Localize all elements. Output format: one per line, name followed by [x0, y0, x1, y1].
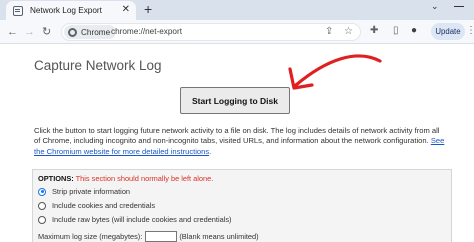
radio-label: Strip private information — [52, 187, 131, 196]
address-bar[interactable]: Chrome chrome://net-export ⇪ ☆ — [61, 23, 361, 41]
kebab-icon[interactable]: ⋮ — [466, 25, 474, 37]
update-button[interactable]: Update — [431, 23, 465, 40]
puzzle-icon[interactable]: ✚ — [370, 25, 378, 37]
star-icon[interactable]: ☆ — [344, 26, 353, 38]
plus-icon[interactable]: + — [144, 2, 152, 16]
red-arrow-annotation — [288, 54, 382, 90]
max-size-input[interactable] — [145, 231, 178, 242]
max-size-label: Maximum log size (megabytes): — [38, 232, 143, 241]
options-header: OPTIONS: This section should normally be… — [38, 174, 213, 183]
description-text: Click the button to start logging future… — [34, 126, 440, 146]
options-warning: This section should normally be left alo… — [75, 174, 214, 183]
url-text[interactable]: chrome://net-export — [111, 27, 182, 36]
radio-include-raw-bytes[interactable]: Include raw bytes (will include cookies … — [38, 215, 232, 224]
page-content: Capture Network Log Start Logging to Dis… — [0, 45, 474, 242]
description: Click the button to start logging future… — [34, 126, 446, 157]
radio-include-cookies[interactable]: Include cookies and credentials — [38, 201, 155, 210]
options-colon: : — [71, 174, 74, 183]
minimize-icon[interactable] — [454, 6, 464, 8]
tab-title: Network Log Export — [30, 6, 102, 15]
radio-button[interactable] — [38, 187, 46, 196]
chrome-icon — [68, 27, 77, 37]
radio-label: Include cookies and credentials — [52, 201, 156, 210]
profile-icon[interactable]: ● — [411, 25, 417, 37]
share-icon[interactable]: ⇪ — [325, 26, 333, 38]
description-period: . — [209, 146, 212, 156]
chip-label: Chrome — [81, 27, 111, 37]
toolbar: ← → ↻ Chrome chrome://net-export ⇪ ☆ ✚ ▯… — [0, 20, 474, 44]
options-label: OPTIONS — [38, 174, 72, 183]
close-icon[interactable]: ✕ — [122, 4, 130, 16]
radio-button[interactable] — [38, 215, 46, 224]
sidebar-icon[interactable]: ▯ — [393, 25, 399, 37]
max-size-hint: (Blank means unlimited) — [179, 232, 259, 241]
site-info-chip[interactable]: Chrome — [64, 25, 117, 39]
chevron-down-icon[interactable]: ⌄ — [431, 1, 439, 12]
options-panel: OPTIONS: This section should normally be… — [32, 169, 452, 242]
max-log-size-row: Maximum log size (megabytes): (Blank mea… — [38, 231, 259, 242]
forward-arrow-icon[interactable]: → — [24, 25, 35, 39]
start-logging-button[interactable]: Start Logging to Disk — [180, 87, 290, 114]
radio-label: Include raw bytes (will include cookies … — [52, 215, 232, 224]
page-title: Capture Network Log — [34, 58, 162, 73]
document-icon — [13, 5, 23, 16]
reload-icon[interactable]: ↻ — [42, 25, 51, 39]
radio-button[interactable] — [38, 201, 46, 210]
radio-strip-private[interactable]: Strip private information — [38, 187, 130, 196]
tab-strip: Network Log Export ✕ + ⌄ — [0, 0, 474, 20]
tab-network-log-export[interactable]: Network Log Export ✕ — [6, 1, 136, 20]
back-arrow-icon[interactable]: ← — [7, 25, 18, 39]
